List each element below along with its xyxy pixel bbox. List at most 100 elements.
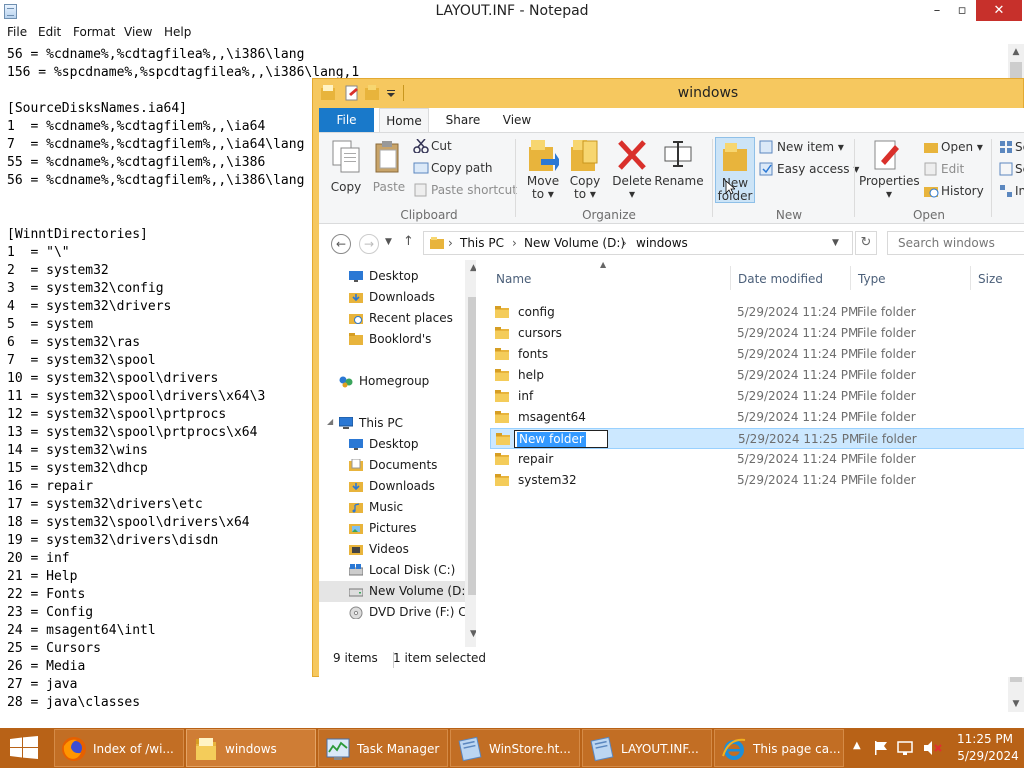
nav-item[interactable]: Pictures — [319, 518, 465, 539]
move-to-dropdown[interactable]: to ▾ — [523, 188, 563, 201]
rename-icon[interactable] — [663, 139, 693, 169]
menu-view[interactable]: View — [124, 25, 152, 39]
taskbar-button[interactable]: Index of /wi... — [54, 729, 184, 767]
close-button[interactable]: ✕ — [976, 0, 1022, 21]
edit-icon[interactable] — [923, 162, 939, 176]
tab-view[interactable]: View — [497, 108, 537, 132]
address-bar[interactable]: › This PC › New Volume (D:) › windows ▼ — [423, 231, 853, 255]
select-none-button[interactable]: Sel — [1015, 163, 1024, 176]
volume-muted-icon[interactable] — [923, 740, 943, 756]
file-row[interactable]: cursors 5/29/2024 11:24 PM File folder — [490, 323, 1024, 344]
recent-locations-icon[interactable]: ▼ — [385, 237, 392, 247]
column-header-date[interactable]: Date modified — [738, 272, 823, 286]
cut-button[interactable]: Cut — [431, 140, 452, 153]
file-row[interactable]: system32 5/29/2024 11:24 PM File folder — [490, 470, 1024, 491]
easy-access-button[interactable]: Easy access ▾ — [777, 163, 859, 176]
taskbar-button[interactable]: windows — [186, 729, 316, 767]
nav-item[interactable]: Downloads — [319, 476, 465, 497]
nav-item[interactable]: Homegroup — [319, 371, 465, 392]
address-chevron-icon[interactable]: › — [448, 236, 453, 250]
search-input[interactable]: Search windows — [887, 231, 1024, 255]
forward-button[interactable]: → — [359, 234, 379, 254]
open-icon[interactable] — [923, 140, 939, 154]
copy-icon[interactable] — [331, 139, 361, 175]
column-separator[interactable] — [850, 266, 851, 290]
easy-access-icon[interactable] — [759, 162, 775, 176]
rename-button[interactable]: Rename — [654, 175, 704, 188]
this-pc-expand-icon[interactable]: ◢ — [327, 417, 333, 426]
up-button[interactable]: ↑ — [403, 234, 414, 249]
nav-item[interactable]: Desktop — [319, 434, 465, 455]
invert-selection-icon[interactable] — [999, 184, 1013, 198]
nav-item[interactable]: Documents — [319, 455, 465, 476]
copy-button[interactable]: Copy — [329, 181, 363, 194]
edit-button[interactable]: Edit — [941, 163, 964, 176]
refresh-button[interactable]: ↻ — [855, 231, 877, 255]
column-header-type[interactable]: Type — [858, 272, 886, 286]
clock-time[interactable]: 11:25 PM — [955, 732, 1015, 746]
column-header-name[interactable]: Name — [496, 272, 531, 286]
address-dropdown-icon[interactable]: ▼ — [832, 238, 839, 248]
tab-share[interactable]: Share — [441, 108, 485, 132]
paste-button[interactable]: Paste — [370, 181, 408, 194]
address-chevron-icon[interactable]: › — [512, 236, 517, 250]
notepad-titlebar[interactable]: LAYOUT.INF - Notepad – ▫ ✕ — [0, 0, 1024, 23]
file-row[interactable]: help 5/29/2024 11:24 PM File folder — [490, 365, 1024, 386]
menu-edit[interactable]: Edit — [38, 25, 61, 39]
explorer-titlebar[interactable]: windows — [313, 79, 1024, 108]
nav-item[interactable]: Booklord's — [319, 329, 465, 350]
select-all-button[interactable]: Sel — [1015, 141, 1024, 154]
scroll-down-icon[interactable]: ▼ — [465, 626, 476, 643]
new-folder-icon[interactable] — [721, 141, 749, 173]
scroll-down-icon[interactable]: ▼ — [1008, 696, 1024, 712]
file-row[interactable]: config 5/29/2024 11:24 PM File folder — [490, 302, 1024, 323]
tab-file[interactable]: File — [319, 108, 374, 132]
column-separator[interactable] — [970, 266, 971, 290]
address-segment-windows[interactable]: windows — [636, 236, 688, 250]
select-all-icon[interactable] — [999, 140, 1013, 154]
nav-item[interactable]: New Volume (D:) — [319, 581, 470, 602]
file-row[interactable]: fonts 5/29/2024 11:24 PM File folder — [490, 344, 1024, 365]
nav-item[interactable]: Recent places — [319, 308, 465, 329]
show-hidden-icons-icon[interactable]: ▲ — [853, 740, 861, 751]
paste-shortcut-icon[interactable] — [413, 183, 429, 197]
clock-date[interactable]: 5/29/2024 — [955, 749, 1021, 763]
properties-dropdown[interactable]: ▾ — [859, 188, 919, 201]
new-item-button[interactable]: New item ▾ — [777, 141, 844, 154]
scroll-up-icon[interactable]: ▲ — [465, 260, 476, 277]
rename-input[interactable]: New folder — [514, 430, 608, 448]
taskbar-button[interactable]: LAYOUT.INF... — [582, 729, 712, 767]
file-row[interactable]: inf 5/29/2024 11:24 PM File folder — [490, 386, 1024, 407]
history-button[interactable]: History — [941, 185, 984, 198]
history-icon[interactable] — [923, 184, 939, 198]
file-row[interactable]: New folder 5/29/2024 11:25 PM File folder — [490, 428, 1024, 449]
select-none-icon[interactable] — [999, 162, 1013, 176]
file-row[interactable]: msagent64 5/29/2024 11:24 PM File folder — [490, 407, 1024, 428]
invert-selection-button[interactable]: Inv — [1015, 185, 1024, 198]
file-row[interactable]: repair 5/29/2024 11:24 PM File folder — [490, 449, 1024, 470]
column-separator[interactable] — [730, 266, 731, 290]
minimize-button[interactable]: – — [924, 0, 950, 21]
delete-icon[interactable] — [617, 139, 647, 171]
taskbar-button[interactable]: Task Manager — [318, 729, 448, 767]
copy-to-dropdown[interactable]: to ▾ — [565, 188, 605, 201]
copy-path-icon[interactable] — [413, 161, 429, 175]
nav-item[interactable]: This PC — [319, 413, 465, 434]
nav-item[interactable]: DVD Drive (F:) CD — [319, 602, 476, 623]
address-chevron-icon[interactable]: › — [622, 236, 627, 250]
menu-help[interactable]: Help — [164, 25, 191, 39]
nav-item[interactable]: Local Disk (C:) — [319, 560, 465, 581]
move-to-icon[interactable] — [527, 137, 559, 175]
scroll-up-icon[interactable]: ▲ — [1008, 44, 1024, 60]
back-button[interactable]: ← — [331, 234, 351, 254]
cut-icon[interactable] — [413, 139, 429, 153]
taskbar-button[interactable]: WinStore.ht... — [450, 729, 580, 767]
nav-item[interactable]: Videos — [319, 539, 465, 560]
address-segment-new-volume[interactable]: New Volume (D:) — [524, 236, 625, 250]
copy-to-icon[interactable] — [569, 137, 601, 175]
address-segment-this-pc[interactable]: This PC — [460, 236, 504, 250]
open-button[interactable]: Open ▾ — [941, 141, 983, 154]
nav-item[interactable]: Desktop — [319, 266, 465, 287]
menu-format[interactable]: Format — [73, 25, 115, 39]
column-header-size[interactable]: Size — [978, 272, 1003, 286]
